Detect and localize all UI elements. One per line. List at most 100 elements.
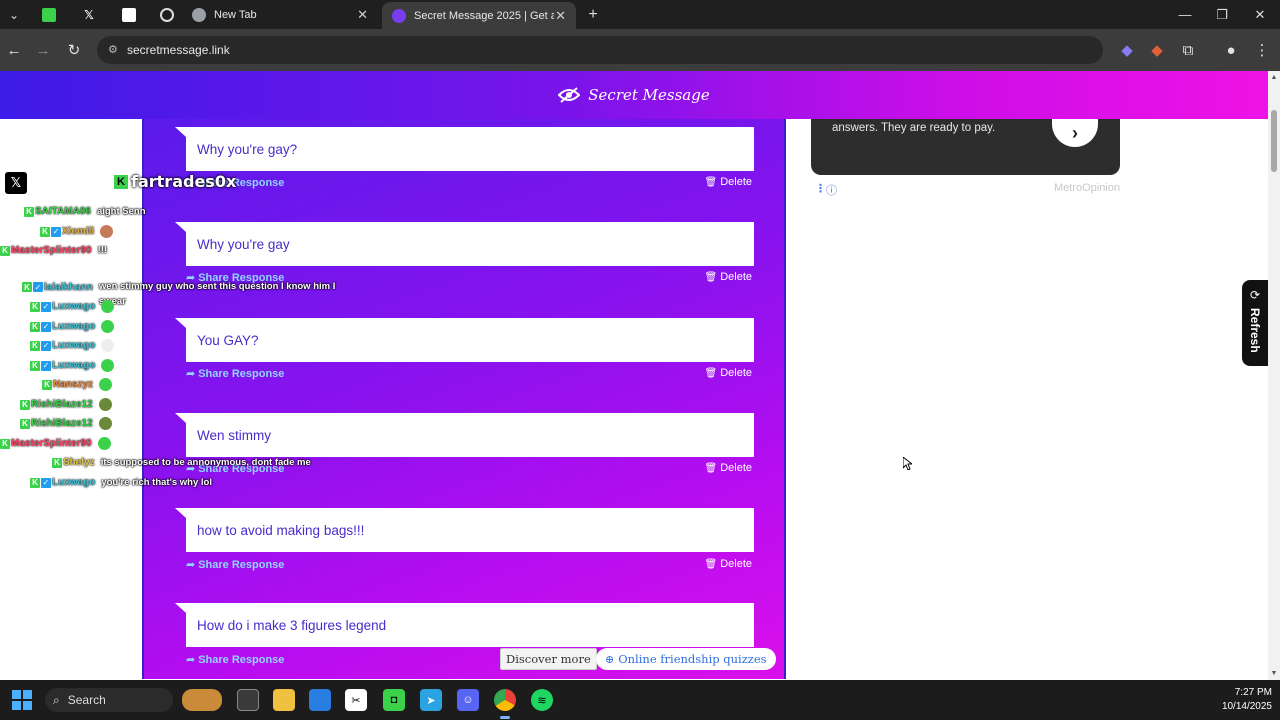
kick-badge-icon: K [20,399,30,410]
scroll-up-icon[interactable]: ▲ [1270,74,1278,82]
ad-options-icon[interactable]: ⋮ [815,182,826,195]
history-icon [160,7,174,22]
address-bar[interactable]: secretmessage.link [97,36,1103,64]
scroll-down-icon[interactable]: ▼ [1270,670,1278,678]
store-icon[interactable] [309,689,331,711]
chat-message: K ✓ Luxwago [30,359,115,372]
minimize-icon[interactable]: — [1166,0,1204,29]
file-explorer-icon[interactable] [273,689,295,711]
chat-username: MasterSplinter90 [11,245,92,256]
share-response-link[interactable]: ➦ Share Response [186,653,284,667]
delete-button[interactable]: 🗑 Delete [705,558,753,570]
close-window-icon[interactable]: ✕ [1241,0,1279,29]
search-icon: ⌕ [53,692,60,707]
kick-badge-icon: K [30,360,40,371]
ad-card[interactable]: answers. They are ready to pay. › [811,119,1120,175]
chat-message: K MasterSplinter90!!! [0,245,107,256]
maximize-icon[interactable]: ❐ [1203,0,1241,29]
chat-username: Luxwago [52,360,96,371]
taskbar-search[interactable]: ⌕ Search [45,688,173,712]
message-card: You GAY? [175,318,754,362]
kick-badge-icon: K [42,379,52,390]
friendship-quizzes-link[interactable]: ⊕ Online friendship quizzes [596,648,776,670]
windows-start-icon[interactable] [11,689,33,711]
ad-info-icon[interactable]: ⓘ [826,182,837,198]
kick-badge-icon: K [0,245,10,256]
verified-badge-icon: ✓ [41,340,51,351]
ad-arrow-button[interactable]: › [1052,119,1098,147]
chat-text: its supposed to be annonymous, dont fade… [100,457,311,468]
back-icon[interactable]: ← [1,37,27,63]
share-icon: ➦ [186,559,196,571]
forward-icon[interactable]: → [30,37,56,63]
chat-text: you're rich that's why lol [101,477,212,488]
delete-label: Delete [720,176,752,188]
kick-badge-icon: K [30,340,40,351]
task-view-icon[interactable] [237,689,259,711]
site-logo[interactable]: Secret Message [558,86,710,104]
chrome-icon[interactable] [494,689,516,711]
discover-more-button[interactable]: Discover more [500,648,597,670]
brand-name: Secret Message [588,86,710,104]
extension-ghost-icon[interactable]: ◆ [1114,37,1140,63]
chat-message: K RishiBlaze12 [20,417,112,430]
chat-username: RishiBlaze12 [31,399,93,410]
taskbar-clock[interactable]: 7:27 PM 10/14/2025 [1200,686,1272,714]
share-response-link[interactable]: ➦ Share Response [186,367,284,381]
scroll-thumb[interactable] [1271,110,1277,172]
menu-kebab-icon[interactable]: ⋮ [1249,37,1275,63]
delete-button[interactable]: 🗑 Delete [705,271,753,283]
tab-label: New Tab [214,8,257,21]
share-label: Share Response [198,558,285,571]
emote-icon [98,398,112,411]
quiz-label: Online friendship quizzes [618,652,767,666]
extensions-puzzle-icon[interactable]: ⧉ [1175,37,1201,63]
chat-username: MasterSplinter90 [11,438,92,449]
tab-kick[interactable] [32,0,70,29]
emote-icon [98,417,112,430]
app-green-icon[interactable]: ◘ [383,689,405,711]
widgets-icon[interactable] [182,689,222,711]
spotify-icon[interactable]: ≋ [531,689,553,711]
close-tab-icon[interactable]: ✕ [555,8,566,24]
emote-icon [97,437,111,450]
streamer-label: K fartrades0x [114,172,236,191]
profile-avatar-icon[interactable]: ● [1218,37,1244,63]
kick-badge-icon: K [30,477,40,488]
telegram-icon[interactable]: ➤ [420,689,442,711]
chat-message: K SAITAMA06 aight Senn [24,206,146,217]
ad-brand: MetroOpinion [1053,182,1120,194]
close-tab-icon[interactable]: ✕ [357,7,368,23]
extension-fox-icon[interactable]: ◆ [1144,37,1170,63]
x-icon: 𝕏 [84,7,94,22]
ad-text: answers. They are ready to pay. [832,122,996,134]
x-icon: 𝕏 [5,172,27,194]
delete-button[interactable]: 🗑 Delete [705,462,753,474]
discord-icon[interactable]: ☺ [457,689,479,711]
message-text: Why you're gay? [197,141,298,157]
tab-x[interactable]: 𝕏 [72,0,110,29]
tab-new-tab[interactable]: New Tab ✕ [182,0,378,29]
delete-button[interactable]: 🗑 Delete [705,367,753,379]
verified-badge-icon: ✓ [51,226,61,237]
refresh-label: Refresh [1248,308,1262,353]
chat-username: Luxwago [52,301,96,312]
chat-message: K Nanszyz [42,378,113,391]
new-tab-button[interactable]: + [582,0,604,29]
snipping-tool-icon[interactable]: ✂ [345,689,367,711]
delete-label: Delete [720,462,752,474]
url-text: secretmessage.link [127,43,230,57]
tab-trading[interactable] [112,0,150,29]
chat-message: K ✓ Luxwago [30,339,115,352]
tab-search-chevron-icon[interactable]: ⌄ [3,0,25,29]
kick-badge-icon: K [22,282,32,292]
chat-username: Shelyz [63,457,95,468]
share-response-link[interactable]: ➦ Share Response [186,558,285,572]
reload-icon[interactable]: ↻ [61,37,87,63]
refresh-tab[interactable]: ⟳ Refresh [1242,280,1268,366]
delete-button[interactable]: 🗑 Delete [705,176,753,188]
tab-secret-message[interactable]: Secret Message 2025 | Get ano ✕ [382,2,576,29]
chat-username: SAITAMA06 [35,206,91,217]
chat-message: K ✓ Luxwago you're rich that's why lol [30,477,212,488]
site-info-icon[interactable]: ⚙ [108,43,122,57]
